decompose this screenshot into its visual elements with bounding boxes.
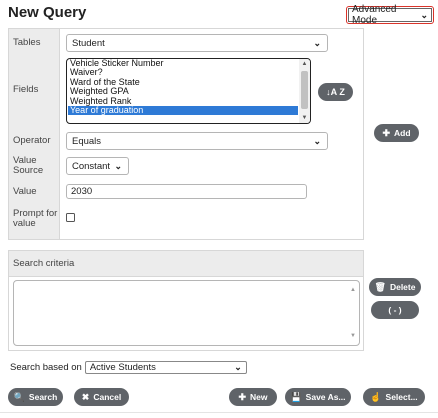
- plus-icon: ✚: [238, 391, 247, 402]
- mode-select[interactable]: Advanced Mode ⌄: [348, 4, 432, 26]
- operator-label: Operator: [13, 135, 51, 146]
- parentheses-button-label: ( - ): [388, 305, 402, 315]
- pointer-hand-icon: ☝: [370, 391, 382, 402]
- search-based-on: Search based on Active Students ⌄: [10, 361, 247, 374]
- fields-scrollbar[interactable]: ▲ ▼: [299, 59, 310, 123]
- mode-select-value: Advanced Mode: [352, 4, 397, 26]
- cancel-button[interactable]: ✖ Cancel: [74, 388, 129, 406]
- sort-button[interactable]: ↓A Z: [318, 83, 353, 101]
- search-based-on-select[interactable]: Active Students ⌄: [84, 361, 247, 374]
- search-criteria-panel: Search criteria ▲ ▼: [8, 250, 364, 351]
- chevron-down-icon: ⌄: [114, 160, 122, 171]
- chevron-down-icon: ⌄: [234, 362, 242, 372]
- delete-button[interactable]: 🗑 Delete: [369, 278, 421, 296]
- fields-option[interactable]: Year of graduation: [68, 105, 298, 116]
- add-button-label: Add: [394, 128, 411, 138]
- scroll-down-icon[interactable]: ▼: [299, 113, 310, 123]
- trash-icon: 🗑: [374, 281, 386, 292]
- value-input[interactable]: 2030: [66, 184, 307, 199]
- search-criteria-heading: Search criteria: [9, 251, 363, 277]
- fields-list: Vehicle Sticker Number Waiver? Ward of the…: [68, 59, 298, 116]
- value-source-label: Value Source: [13, 155, 44, 176]
- search-based-on-label: Search based on: [10, 362, 82, 373]
- search-icon: 🔍: [13, 391, 25, 402]
- mode-select-wrapper: Advanced Mode ⌄: [346, 4, 434, 26]
- select-button-label: Select...: [385, 392, 418, 402]
- search-based-on-value: Active Students: [89, 362, 156, 373]
- fields-label: Fields: [13, 84, 39, 95]
- cancel-button-label: Cancel: [93, 392, 122, 402]
- prompt-checkbox[interactable]: [66, 213, 75, 222]
- value-label: Value: [13, 186, 37, 197]
- new-button-label: New: [250, 392, 268, 402]
- add-button[interactable]: ✚ Add: [374, 124, 419, 142]
- prompt-label: Prompt for value: [13, 208, 58, 229]
- save-as-button-label: Save As...: [305, 392, 346, 402]
- save-as-button[interactable]: 💾 Save As...: [285, 388, 351, 406]
- new-button[interactable]: ✚ New: [229, 388, 277, 406]
- close-icon: ✖: [81, 391, 90, 402]
- scroll-up-icon[interactable]: ▲: [350, 287, 356, 293]
- search-button-label: Search: [28, 392, 58, 402]
- delete-button-label: Delete: [389, 282, 416, 292]
- tables-select[interactable]: Student ⌄: [66, 34, 328, 52]
- fields-listbox[interactable]: Vehicle Sticker Number Waiver? Ward of the…: [66, 58, 311, 124]
- chevron-down-icon: ⌄: [313, 135, 321, 146]
- value-source-select[interactable]: Constant ⌄: [66, 157, 129, 175]
- scroll-down-icon[interactable]: ▼: [350, 333, 356, 339]
- page-title: New Query: [8, 4, 87, 21]
- scroll-thumb[interactable]: [301, 71, 308, 109]
- parentheses-button[interactable]: ( - ): [371, 301, 419, 319]
- operator-select-value: Equals: [72, 135, 102, 147]
- sort-az-icon: ↓A Z: [326, 87, 345, 97]
- save-icon: 💾: [290, 391, 302, 402]
- search-criteria-list[interactable]: ▲ ▼: [13, 280, 360, 346]
- bottom-divider: [0, 412, 438, 413]
- select-button[interactable]: ☝ Select...: [363, 388, 425, 406]
- search-button[interactable]: 🔍 Search: [8, 388, 63, 406]
- value-source-select-value: Constant: [72, 160, 111, 172]
- tables-label: Tables: [13, 37, 41, 48]
- chevron-down-icon: ⌄: [420, 9, 428, 20]
- plus-icon: ✚: [382, 127, 390, 138]
- tables-select-value: Student: [72, 37, 105, 49]
- query-builder-panel: Tables Fields Operator Value Source Valu…: [8, 28, 364, 240]
- label-column: Tables Fields Operator Value Source Valu…: [9, 29, 60, 239]
- operator-select[interactable]: Equals ⌄: [66, 132, 328, 150]
- chevron-down-icon: ⌄: [313, 37, 321, 48]
- scroll-up-icon[interactable]: ▲: [299, 59, 310, 69]
